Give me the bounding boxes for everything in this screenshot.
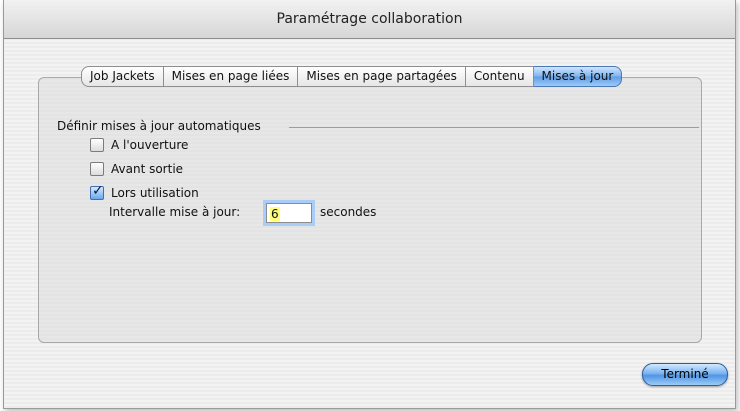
interval-label: Intervalle mise à jour:	[109, 205, 241, 219]
tab-shared-layouts[interactable]: Mises en page partagées	[298, 66, 466, 87]
option-when-used[interactable]: ✓ Lors utilisation	[90, 183, 199, 201]
interval-unit: secondes	[320, 205, 377, 219]
option-before-exit-label: Avant sortie	[111, 162, 184, 176]
interval-value: 6	[270, 207, 280, 221]
checkmark-icon: ✓	[92, 183, 104, 199]
done-button[interactable]: Terminé	[642, 363, 728, 386]
tab-job-jackets[interactable]: Job Jackets	[81, 66, 164, 87]
dialog-window: Paramétrage collaboration Job Jackets Mi…	[3, 0, 736, 409]
tab-linked-layouts[interactable]: Mises en page liées	[163, 66, 299, 87]
dialog-content: Job Jackets Mises en page liées Mises en…	[4, 39, 735, 408]
option-before-exit[interactable]: Avant sortie	[90, 161, 183, 177]
checkbox-when-used[interactable]: ✓	[90, 183, 104, 200]
group-divider	[289, 127, 699, 128]
interval-input[interactable]: 6	[266, 203, 312, 223]
tab-content[interactable]: Contenu	[465, 66, 534, 87]
tab-updates[interactable]: Mises à jour	[533, 66, 623, 87]
auto-update-group-label: Définir mises à jour automatiques	[57, 119, 261, 133]
window-title: Paramétrage collaboration	[4, 0, 735, 39]
checkbox-before-exit[interactable]	[90, 162, 104, 176]
option-when-used-label: Lors utilisation	[111, 186, 199, 200]
option-on-open-label: A l'ouverture	[111, 138, 189, 152]
tab-bar: Job Jackets Mises en page liées Mises en…	[81, 66, 623, 87]
checkbox-on-open[interactable]	[90, 138, 104, 152]
option-on-open[interactable]: A l'ouverture	[90, 137, 188, 153]
